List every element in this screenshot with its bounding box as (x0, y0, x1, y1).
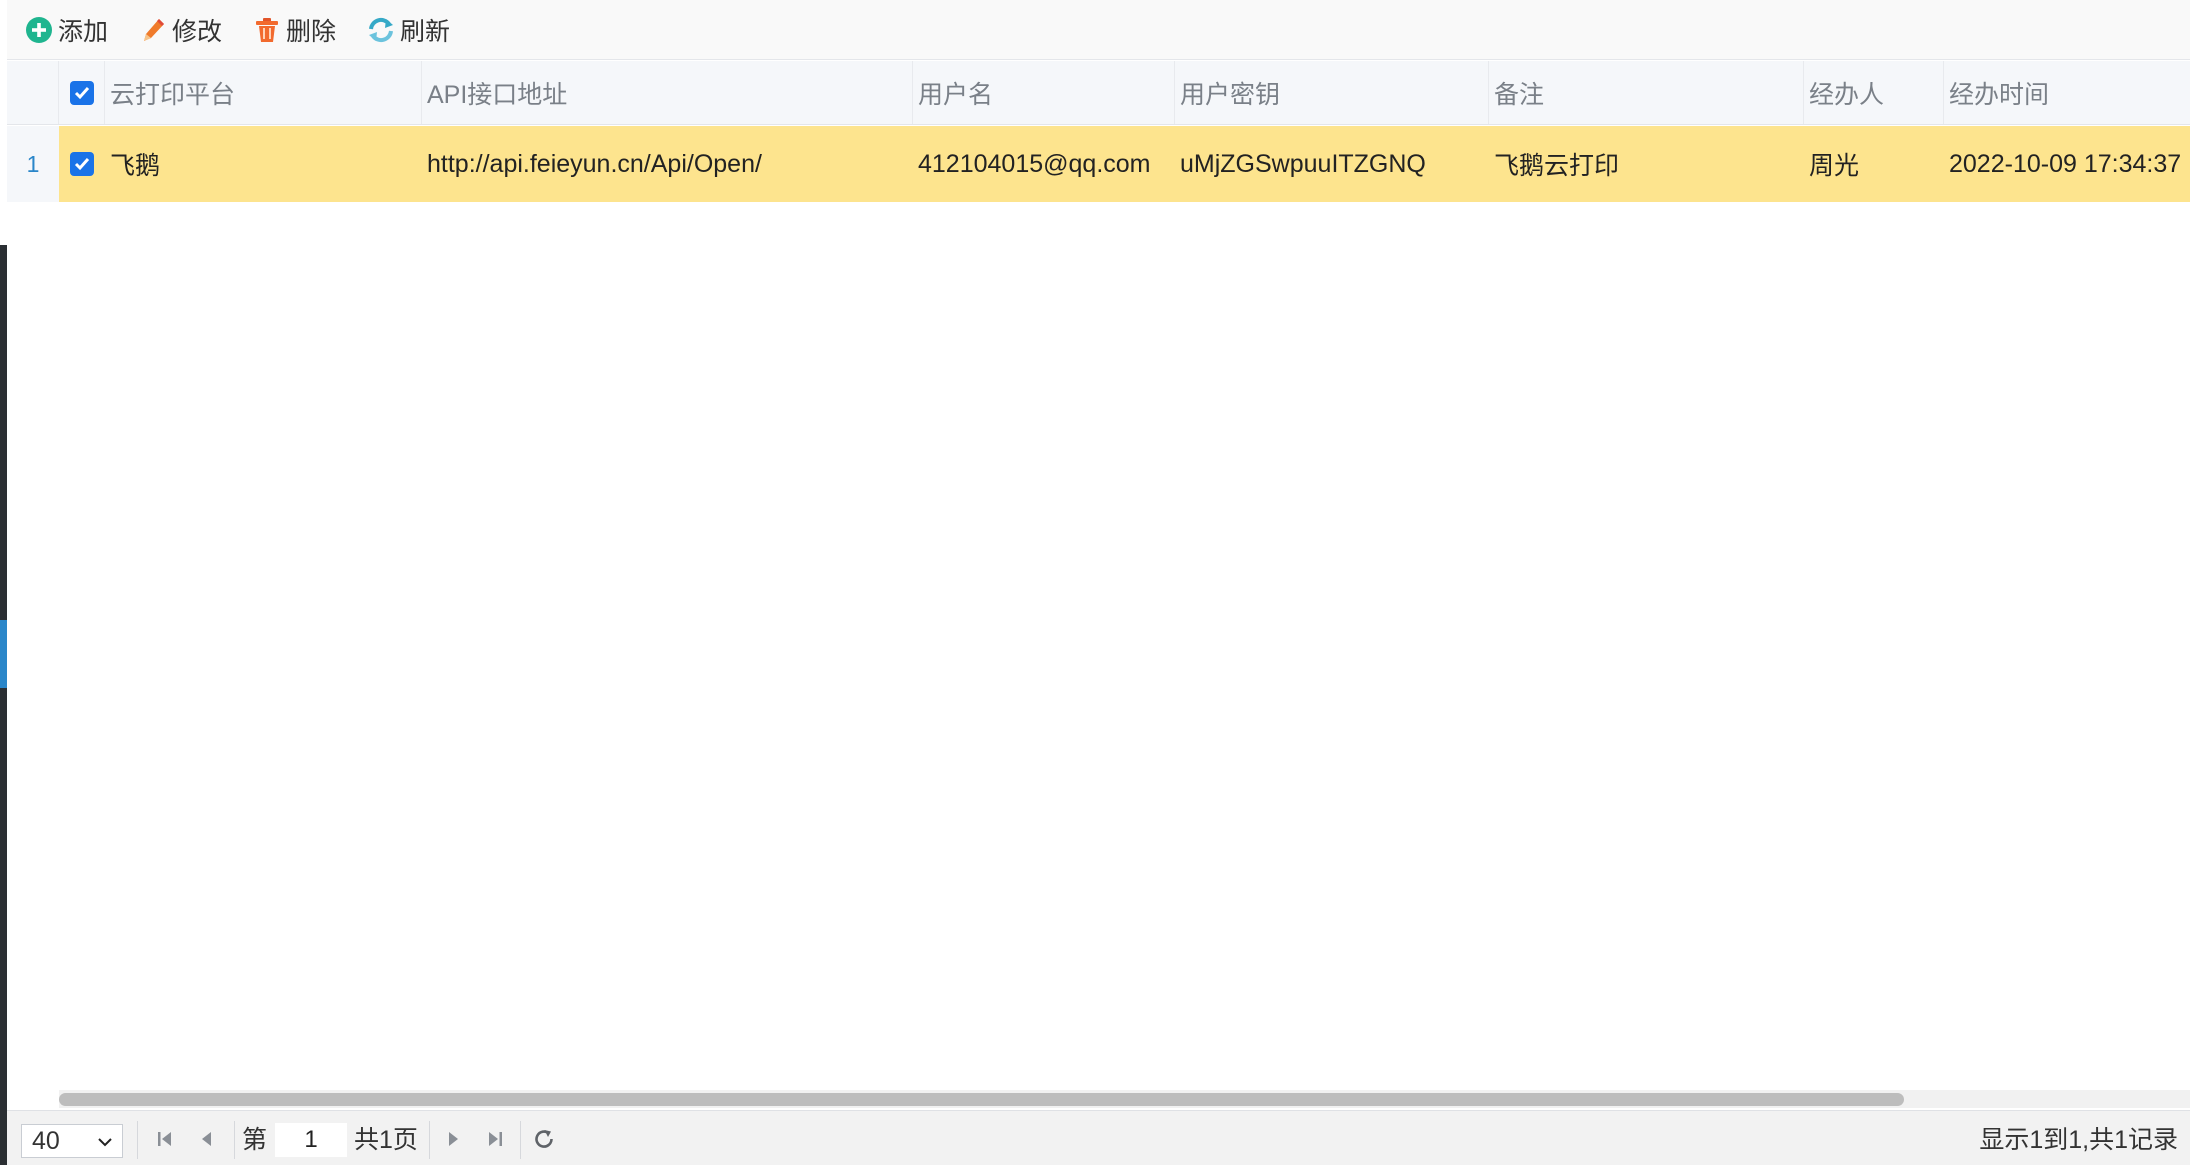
current-page-input[interactable] (275, 1123, 347, 1157)
select-all-checkbox[interactable] (70, 80, 94, 105)
column-header-handler[interactable]: 经办人 (1804, 61, 1944, 124)
last-page-icon[interactable] (483, 1127, 507, 1151)
delete-button-label: 删除 (286, 17, 337, 46)
refresh-button[interactable]: 刷新 (366, 10, 450, 50)
page-size-select[interactable]: 40 (21, 1124, 123, 1158)
delete-button[interactable]: 删除 (252, 10, 336, 50)
row-checkbox[interactable] (70, 152, 94, 176)
pager-separator (137, 1121, 138, 1159)
row-checkbox-cell (59, 126, 105, 202)
refresh-button-label: 刷新 (400, 17, 451, 46)
toolbar: 添加 修改 删除 刷新 (7, 0, 2190, 60)
pager-separator (429, 1121, 430, 1159)
records-summary: 显示1到1,共1记录 (1979, 1126, 2178, 1154)
left-rail-top (0, 0, 7, 245)
column-header-user-key[interactable]: 用户密钥 (1175, 61, 1489, 124)
checkmark-icon (74, 86, 90, 99)
horizontal-scrollbar[interactable] (59, 1090, 2190, 1108)
add-button[interactable]: 添加 (24, 10, 108, 50)
cell-handler[interactable]: 周光 (1804, 126, 1944, 202)
next-page-icon[interactable] (441, 1127, 465, 1151)
header-checkbox-cell (59, 61, 105, 124)
cell-api-url[interactable]: http://api.feieyun.cn/Api/Open/ (422, 126, 913, 202)
total-pages-label: 共1页 (354, 1126, 418, 1154)
page-size-value: 40 (32, 1126, 60, 1155)
refresh-icon (369, 17, 394, 42)
header-rownum-cell (7, 61, 59, 124)
cell-remark[interactable]: 飞鹅云打印 (1489, 126, 1804, 202)
add-button-label: 添加 (58, 17, 109, 46)
scrollbar-thumb[interactable] (59, 1093, 1904, 1106)
column-header-platform[interactable]: 云打印平台 (105, 61, 422, 124)
cell-handled-time[interactable]: 2022-10-09 17:34:37 (1944, 126, 2190, 202)
column-header-api-url[interactable]: API接口地址 (422, 61, 913, 124)
add-icon (26, 16, 52, 43)
pager-separator (520, 1121, 521, 1159)
cell-platform[interactable]: 飞鹅 (105, 126, 422, 202)
pager-separator (234, 1121, 235, 1159)
grid-header: 云打印平台 API接口地址 用户名 用户密钥 备注 经办人 经办时间 (7, 61, 2190, 125)
checkmark-icon (74, 158, 90, 171)
table-row[interactable]: 1 飞鹅 http://api.feieyun.cn/Api/Open/ 412… (7, 126, 2190, 202)
reload-icon[interactable] (532, 1127, 556, 1151)
edit-button[interactable]: 修改 (138, 10, 222, 50)
column-header-handled-time[interactable]: 经办时间 (1944, 61, 2190, 124)
chevron-down-icon (98, 1138, 112, 1147)
app-window: 添加 修改 删除 刷新 云打印平台 API接口地址 用户名 用户密钥 备注 经办… (0, 0, 2190, 1165)
row-number: 1 (7, 126, 59, 202)
pager: 40 第 共1页 显示1到1,共1记录 (7, 1110, 2190, 1165)
left-rail-accent (0, 620, 7, 688)
cell-user-key[interactable]: uMjZGSwpuuITZGNQ (1175, 126, 1489, 202)
page-prefix-label: 第 (242, 1126, 268, 1154)
first-page-icon[interactable] (153, 1127, 177, 1151)
cell-username[interactable]: 412104015@qq.com (913, 126, 1175, 202)
column-header-username[interactable]: 用户名 (913, 61, 1175, 124)
prev-page-icon[interactable] (195, 1127, 219, 1151)
delete-icon (256, 17, 279, 42)
edit-button-label: 修改 (172, 17, 223, 46)
column-header-remark[interactable]: 备注 (1489, 61, 1804, 124)
edit-icon (144, 18, 165, 41)
